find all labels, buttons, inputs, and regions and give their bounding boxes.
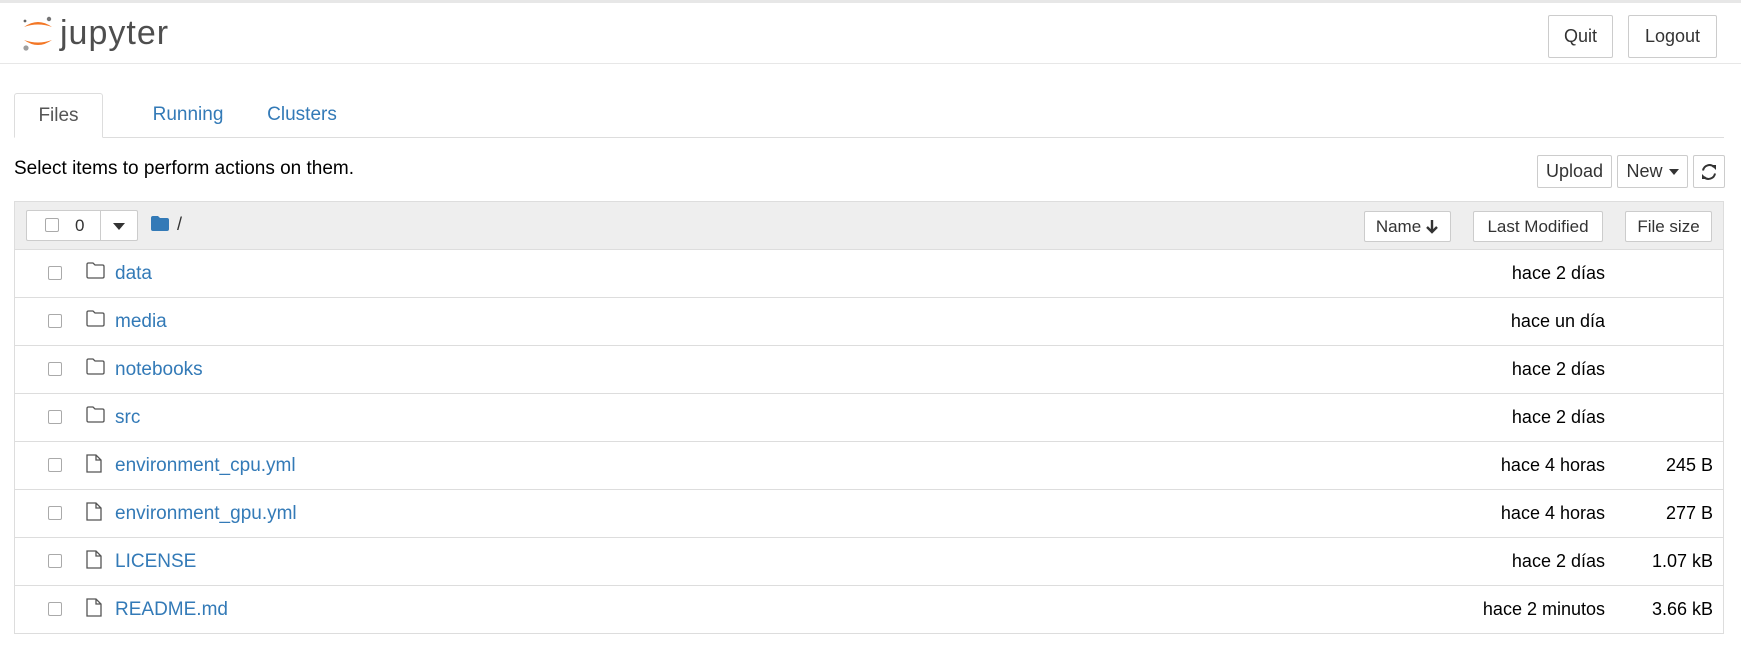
- item-name-link[interactable]: environment_cpu.yml: [115, 455, 296, 477]
- item-modified: hace 4 horas: [1500, 455, 1605, 475]
- list-item[interactable]: media hace un día: [15, 298, 1723, 346]
- caret-down-icon: [1668, 168, 1679, 175]
- item-checkbox[interactable]: [48, 410, 62, 424]
- new-button-label: New: [1626, 161, 1663, 181]
- item-name-link[interactable]: src: [115, 407, 140, 429]
- logout-button[interactable]: Logout: [1628, 15, 1717, 58]
- file-icon: [86, 598, 102, 622]
- folder-icon: [86, 358, 105, 380]
- file-icon: [86, 502, 102, 526]
- file-icon: [86, 454, 102, 478]
- folder-icon: [86, 310, 105, 332]
- item-checkbox[interactable]: [48, 602, 62, 616]
- item-modified: hace 2 minutos: [1482, 599, 1605, 619]
- item-size: 277 B: [1665, 503, 1713, 523]
- tab-clusters[interactable]: Clusters: [246, 93, 358, 137]
- list-item[interactable]: src hace 2 días: [15, 394, 1723, 442]
- divider: [100, 211, 101, 240]
- sort-name-button[interactable]: Name: [1364, 211, 1451, 242]
- quit-button[interactable]: Quit: [1548, 15, 1613, 58]
- select-all-checkbox[interactable]: [45, 218, 59, 232]
- jupyter-logo-icon: [20, 13, 56, 53]
- item-name-link[interactable]: LICENSE: [115, 551, 196, 573]
- item-checkbox[interactable]: [48, 506, 62, 520]
- item-modified: hace 2 días: [1511, 407, 1605, 427]
- item-checkbox[interactable]: [48, 458, 62, 472]
- folder-icon: [86, 406, 105, 428]
- sort-name-label: Name: [1375, 216, 1422, 236]
- list-item[interactable]: data hace 2 días: [15, 250, 1723, 298]
- item-checkbox[interactable]: [48, 362, 62, 376]
- header: jupyter Quit Logout: [0, 3, 1741, 64]
- jupyter-logo[interactable]: jupyter: [20, 13, 169, 53]
- arrow-down-icon: [1426, 220, 1439, 234]
- item-modified: hace 2 días: [1511, 359, 1605, 379]
- sort-modified-button[interactable]: Last Modified: [1473, 211, 1603, 242]
- item-modified: hace un día: [1510, 311, 1605, 331]
- file-list-header: 0 / Name Last Modified File size: [15, 202, 1723, 250]
- item-modified: hace 4 horas: [1500, 503, 1605, 523]
- list-item[interactable]: environment_cpu.yml hace 4 horas 245 B: [15, 442, 1723, 490]
- item-size: 1.07 kB: [1651, 551, 1713, 571]
- select-all-group[interactable]: 0: [26, 210, 138, 241]
- item-name-link[interactable]: data: [115, 263, 152, 285]
- item-modified: hace 2 días: [1511, 263, 1605, 283]
- sort-size-button[interactable]: File size: [1625, 211, 1712, 242]
- item-name-link[interactable]: environment_gpu.yml: [115, 503, 297, 525]
- tab-bar: Files Running Clusters: [14, 93, 1724, 138]
- item-checkbox[interactable]: [48, 554, 62, 568]
- item-size: 245 B: [1665, 455, 1713, 475]
- item-name-link[interactable]: README.md: [115, 599, 228, 621]
- new-dropdown-button[interactable]: New: [1617, 155, 1688, 188]
- list-item[interactable]: LICENSE hace 2 días 1.07 kB: [15, 538, 1723, 586]
- breadcrumb-root[interactable]: /: [177, 214, 182, 235]
- refresh-icon: [1702, 163, 1716, 180]
- item-modified: hace 2 días: [1511, 551, 1605, 571]
- list-item[interactable]: notebooks hace 2 días: [15, 346, 1723, 394]
- caret-down-icon[interactable]: [113, 223, 125, 230]
- file-icon: [86, 550, 102, 574]
- selected-count: 0: [75, 216, 85, 235]
- item-name-link[interactable]: notebooks: [115, 359, 203, 381]
- folder-icon: [86, 262, 105, 284]
- upload-button[interactable]: Upload: [1537, 155, 1612, 188]
- file-list: 0 / Name Last Modified File size data hac…: [14, 201, 1724, 634]
- item-name-link[interactable]: media: [115, 311, 167, 333]
- tab-files[interactable]: Files: [14, 93, 103, 138]
- item-checkbox[interactable]: [48, 266, 62, 280]
- selection-hint: Select items to perform actions on them.: [14, 158, 355, 179]
- logo-text: jupyter: [60, 14, 170, 52]
- item-size: 3.66 kB: [1651, 599, 1713, 619]
- folder-solid-icon: [151, 216, 169, 231]
- item-checkbox[interactable]: [48, 314, 62, 328]
- file-list-rows: data hace 2 días media hace un día notebooks…: [15, 250, 1723, 633]
- tab-running[interactable]: Running: [128, 93, 248, 137]
- refresh-button[interactable]: [1693, 155, 1725, 188]
- list-item[interactable]: README.md hace 2 minutos 3.66 kB: [15, 586, 1723, 633]
- list-item[interactable]: environment_gpu.yml hace 4 horas 277 B: [15, 490, 1723, 538]
